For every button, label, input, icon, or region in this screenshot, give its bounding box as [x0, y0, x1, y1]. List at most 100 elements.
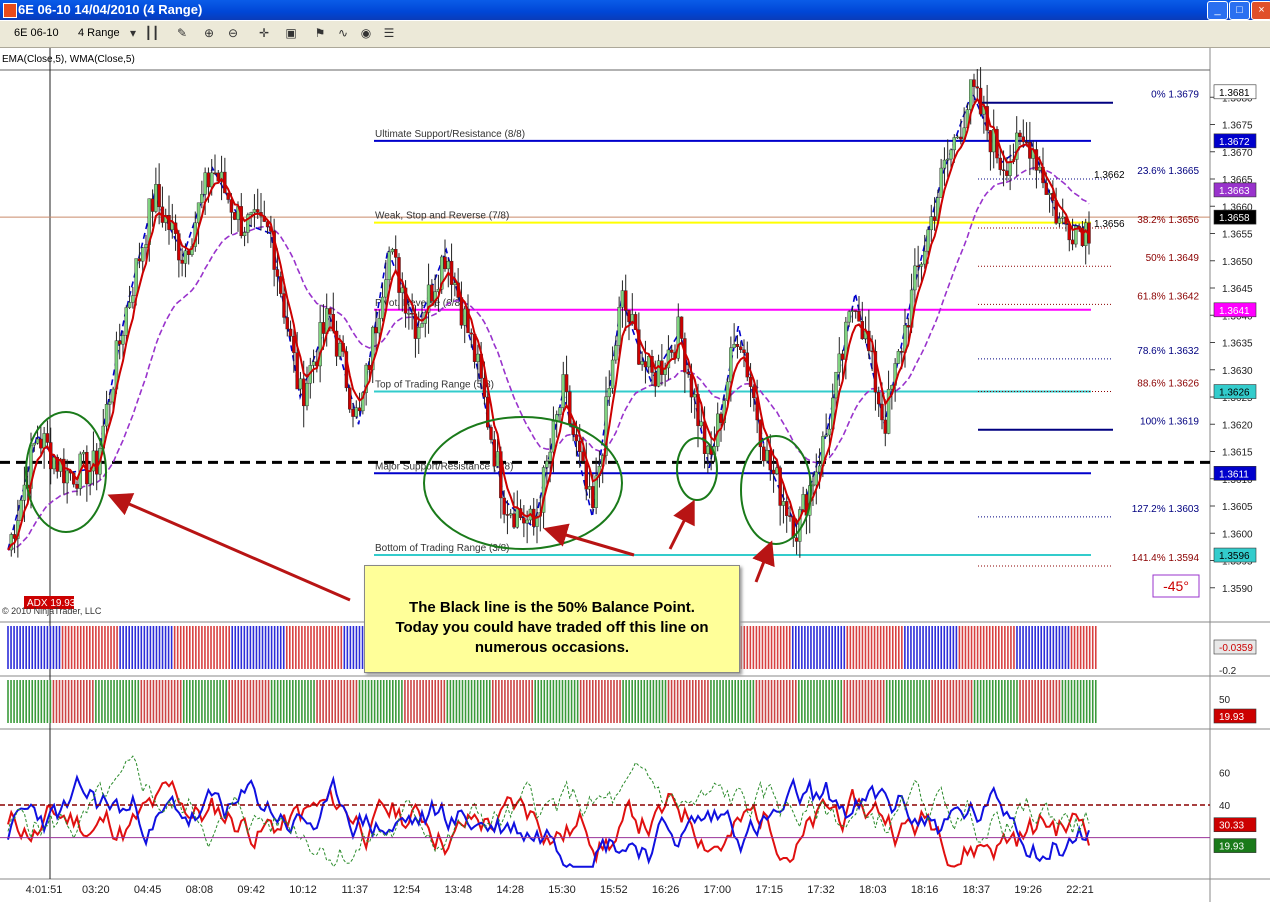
candle-body [12, 534, 17, 539]
callout-line-3: numerous occasions. [474, 639, 630, 656]
copyright-label: © 2010 NinjaTrader, LLC [2, 606, 102, 616]
candle-body [377, 318, 381, 334]
momentum-value: -0.0359 [1219, 643, 1253, 654]
candle-body [998, 157, 1002, 170]
candle-body [486, 396, 490, 428]
record-icon[interactable]: ◉ [357, 25, 375, 42]
instrument-selector[interactable]: 6E 06-10 [14, 25, 59, 42]
candle-body [564, 374, 569, 392]
callout-note: The Black line is the 50% Balance Point.… [364, 565, 740, 673]
properties-icon[interactable]: ▣ [282, 25, 300, 42]
candle-body [512, 513, 516, 528]
high-price-label: 1.3662 [1094, 170, 1125, 181]
candle-body [913, 265, 917, 291]
murrey-level-label: Weak, Stop and Reverse (7/8) [375, 211, 509, 222]
candle-body [814, 471, 818, 486]
candle-body [137, 258, 142, 262]
candle-body [693, 394, 697, 398]
price-tag-label: 1.3611 [1219, 469, 1249, 480]
candle-body [1001, 169, 1006, 171]
candle-body [785, 501, 789, 516]
zoom-in-icon[interactable]: ⊕ [200, 25, 218, 42]
candle-body [311, 361, 316, 366]
candle-body [620, 290, 625, 308]
candle-body [972, 79, 976, 87]
candle-body [837, 353, 841, 373]
circle-annotations [25, 411, 812, 550]
candle-body [522, 517, 526, 524]
candle-body [834, 371, 838, 399]
candle-body [880, 403, 884, 421]
candle-body [1018, 132, 1022, 137]
candle-body [213, 172, 217, 175]
x-tick-label: 03:20 [82, 884, 110, 896]
candle-body [502, 497, 506, 515]
candle-body [62, 458, 66, 484]
candle-body [949, 149, 953, 160]
candle-body [854, 310, 858, 312]
candle-body [298, 378, 303, 390]
minimize-button[interactable]: _ [1207, 1, 1228, 20]
candle-body [407, 313, 411, 315]
chart-style-icon[interactable]: ┃┃ [143, 25, 161, 42]
candle-body [788, 515, 792, 517]
candle-body [472, 333, 477, 362]
candle-body [624, 290, 628, 311]
candle-body [942, 159, 947, 169]
fib-level-label: 88.6% 1.3626 [1137, 379, 1199, 390]
data-box-icon[interactable]: ☰ [380, 25, 398, 42]
candle-body [670, 349, 674, 353]
candle-body [729, 347, 733, 383]
candle-body [49, 442, 53, 470]
candle-body [1038, 166, 1042, 171]
candle-body [791, 516, 795, 538]
candle-body [1057, 218, 1062, 224]
chart-panels [0, 48, 1270, 902]
candle-body [732, 344, 736, 348]
candle-body [400, 287, 404, 293]
indicators-icon[interactable]: ∿ [334, 25, 352, 42]
draw-tool-icon[interactable]: ✎ [173, 25, 191, 42]
candle-body [781, 501, 786, 506]
x-tick-label: 18:03 [859, 884, 887, 896]
candle-body [900, 351, 904, 353]
dropdown-icon[interactable]: ▾ [124, 25, 142, 42]
x-tick-label: 4:01:51 [26, 884, 63, 896]
zoom-out-icon[interactable]: ⊖ [224, 25, 242, 42]
adx-line [7, 755, 1090, 868]
maximize-button[interactable]: □ [1229, 1, 1250, 20]
candle-body [200, 194, 204, 204]
candle-body [545, 460, 549, 468]
fib-level-label: 78.6% 1.3632 [1137, 346, 1199, 357]
candle-body [22, 484, 27, 501]
crosshair-icon[interactable]: ✛ [255, 25, 273, 42]
candle-body [551, 420, 556, 453]
candle-body [955, 136, 960, 139]
candle-body [275, 269, 280, 277]
candle-body [449, 260, 454, 285]
close-button[interactable]: × [1251, 1, 1270, 20]
candle-body [351, 409, 355, 417]
candle-body [489, 426, 493, 440]
candle-body [459, 297, 464, 326]
highlight-circle [740, 435, 812, 545]
candle-body [801, 494, 805, 510]
candle-body [121, 334, 125, 345]
callout-line-2: Today you could have traded off this lin… [395, 619, 709, 636]
candle-body [279, 276, 283, 294]
candle-body [394, 249, 398, 258]
candle-body [338, 342, 342, 357]
candle-body [469, 332, 473, 335]
candle-body [1008, 161, 1012, 176]
x-tick-label: 22:21 [1066, 884, 1094, 896]
strategy-icon[interactable]: ⚑ [311, 25, 329, 42]
period-selector[interactable]: 4 Range [78, 25, 120, 42]
x-tick-label: 11:37 [341, 884, 368, 896]
annotation-arrow [543, 523, 635, 557]
candle-body [446, 260, 450, 270]
price-chart[interactable]: Ultimate Support/Resistance (8/8) Weak, S… [0, 48, 1270, 902]
x-tick-label: 10:12 [289, 884, 317, 896]
candle-body [742, 349, 746, 354]
candle-body [923, 250, 927, 265]
price-tag-label: 1.3626 [1219, 388, 1250, 399]
